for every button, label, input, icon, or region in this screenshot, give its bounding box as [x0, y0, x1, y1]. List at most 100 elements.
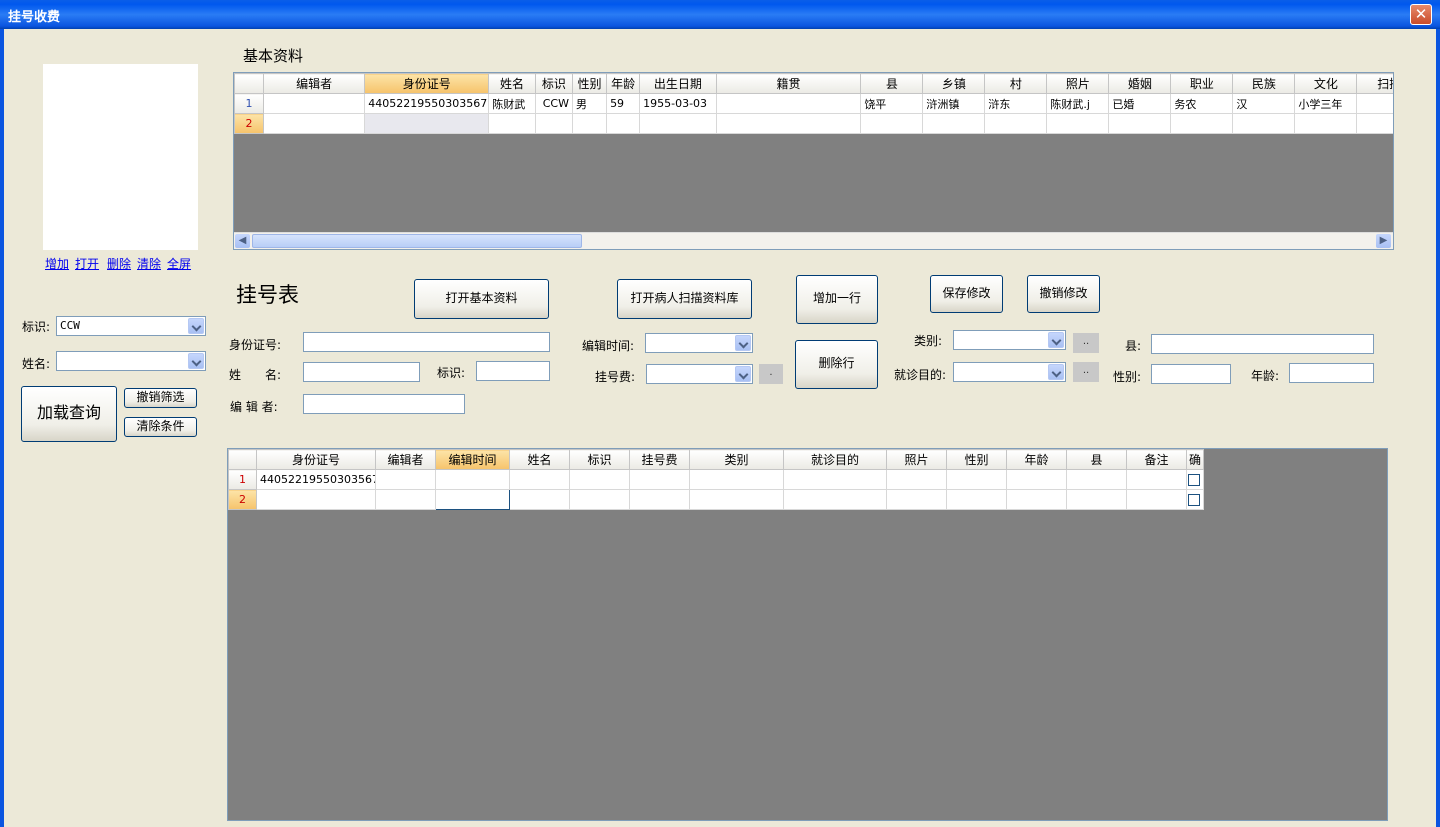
cell[interactable]: 1955-03-03: [639, 93, 717, 114]
cell[interactable]: 440522195503035679: [256, 469, 376, 490]
cell[interactable]: [569, 489, 630, 510]
scroll-left-icon[interactable]: ◀: [235, 234, 250, 248]
cell[interactable]: [1006, 489, 1067, 510]
edit-time-combo[interactable]: [645, 333, 753, 353]
horizontal-scrollbar[interactable]: ◀ ▶: [234, 232, 1393, 249]
col-header[interactable]: 确: [1186, 449, 1204, 470]
cell[interactable]: [886, 489, 947, 510]
fee-combo[interactable]: [646, 364, 753, 384]
cell[interactable]: [629, 489, 690, 510]
tag-input[interactable]: [476, 361, 550, 381]
scroll-thumb[interactable]: [252, 234, 582, 248]
col-header[interactable]: 性别: [571, 73, 608, 94]
delete-link[interactable]: 删除: [107, 255, 131, 272]
cell[interactable]: [783, 489, 887, 510]
col-header[interactable]: 县: [1066, 449, 1127, 470]
corner-cell[interactable]: [234, 73, 264, 94]
col-header[interactable]: 民族: [1232, 73, 1296, 94]
cell[interactable]: [509, 489, 570, 510]
open-basic-info-button[interactable]: 打开基本资料: [414, 279, 549, 319]
cell[interactable]: [1170, 113, 1234, 134]
cell[interactable]: [606, 113, 641, 134]
table-row[interactable]: 2: [228, 489, 1204, 510]
corner-cell[interactable]: [228, 449, 257, 470]
col-header[interactable]: 编辑时间: [435, 449, 510, 470]
cell[interactable]: [534, 113, 573, 134]
col-header[interactable]: 职业: [1170, 73, 1234, 94]
cell[interactable]: 浒东: [984, 93, 1048, 114]
col-header[interactable]: 挂号费: [629, 449, 690, 470]
clear-link[interactable]: 清除: [137, 255, 161, 272]
col-header[interactable]: 身份证号: [364, 73, 490, 94]
id-number-input[interactable]: [303, 332, 550, 352]
cell[interactable]: 小学三年: [1294, 93, 1358, 114]
cell[interactable]: [1126, 489, 1187, 510]
cell[interactable]: [715, 113, 862, 134]
editor-input[interactable]: [303, 394, 465, 414]
cell[interactable]: [639, 113, 717, 134]
cell[interactable]: [375, 469, 436, 490]
cell[interactable]: [1126, 469, 1187, 490]
cell[interactable]: 59: [606, 93, 641, 114]
cell[interactable]: [256, 489, 376, 510]
cell[interactable]: [689, 469, 784, 490]
purpose-combo[interactable]: [953, 362, 1066, 382]
cell[interactable]: CCW: [534, 93, 573, 114]
cell[interactable]: [689, 489, 784, 510]
col-header[interactable]: 年龄: [1006, 449, 1067, 470]
col-header[interactable]: 身份证号: [256, 449, 376, 470]
row-header[interactable]: 2: [234, 113, 264, 134]
chevron-down-icon[interactable]: [735, 366, 751, 382]
col-header[interactable]: 类别: [689, 449, 784, 470]
col-header[interactable]: 年龄: [606, 73, 641, 94]
cell[interactable]: 汉: [1232, 93, 1296, 114]
category-picker-button[interactable]: ..: [1073, 333, 1099, 353]
col-header[interactable]: 编辑者: [262, 73, 366, 94]
cell[interactable]: [375, 489, 436, 510]
fee-picker-button[interactable]: .: [759, 364, 783, 384]
cell[interactable]: [715, 93, 862, 114]
cell[interactable]: [1232, 113, 1296, 134]
open-link[interactable]: 打开: [75, 255, 99, 272]
col-header[interactable]: 文化: [1294, 73, 1358, 94]
col-header[interactable]: 照片: [886, 449, 947, 470]
name-combo[interactable]: [56, 351, 206, 371]
cell[interactable]: [783, 469, 887, 490]
cell[interactable]: [435, 489, 510, 510]
basic-info-grid[interactable]: 编辑者 身份证号 姓名 标识 性别 年龄 出生日期 籍贯 县 乡镇 村 照片 婚…: [233, 72, 1394, 250]
col-header[interactable]: 籍贯: [715, 73, 862, 94]
save-changes-button[interactable]: 保存修改: [930, 275, 1003, 313]
cell[interactable]: [946, 489, 1007, 510]
cell[interactable]: [946, 469, 1007, 490]
cell[interactable]: [860, 113, 924, 134]
col-header[interactable]: 婚姻: [1108, 73, 1172, 94]
name-input[interactable]: [303, 362, 420, 382]
add-row-button[interactable]: 增加一行: [796, 275, 878, 324]
table-row[interactable]: 2: [234, 113, 1393, 134]
col-header[interactable]: 扫描件: [1356, 73, 1393, 94]
registration-grid[interactable]: 身份证号 编辑者 编辑时间 姓名 标识 挂号费 类别 就诊目的 照片 性别 年龄…: [227, 448, 1388, 821]
open-scan-library-button[interactable]: 打开病人扫描资料库: [617, 279, 752, 319]
category-combo[interactable]: [953, 330, 1066, 350]
cell[interactable]: [1356, 113, 1393, 134]
cell[interactable]: [262, 113, 366, 134]
fullscreen-link[interactable]: 全屏: [167, 255, 191, 272]
cell[interactable]: [569, 469, 630, 490]
cell[interactable]: 陈财武: [488, 93, 536, 114]
close-button[interactable]: ✕: [1410, 4, 1432, 25]
cell[interactable]: 务农: [1170, 93, 1234, 114]
table-row[interactable]: 1 440522195503035679 陈财武 CCW 男 59 1955-0…: [234, 93, 1393, 114]
confirm-checkbox[interactable]: [1188, 494, 1200, 506]
tag-combo[interactable]: CCW: [56, 316, 206, 336]
chevron-down-icon[interactable]: [735, 335, 751, 351]
cell[interactable]: [1294, 113, 1358, 134]
cell[interactable]: [1066, 469, 1127, 490]
gender-input[interactable]: [1151, 364, 1231, 384]
confirm-checkbox[interactable]: [1188, 474, 1200, 486]
cell[interactable]: [1006, 469, 1067, 490]
cell[interactable]: [886, 469, 947, 490]
age-input[interactable]: [1289, 363, 1374, 383]
cell[interactable]: [488, 113, 536, 134]
cell[interactable]: [1066, 489, 1127, 510]
col-header[interactable]: 标识: [569, 449, 630, 470]
